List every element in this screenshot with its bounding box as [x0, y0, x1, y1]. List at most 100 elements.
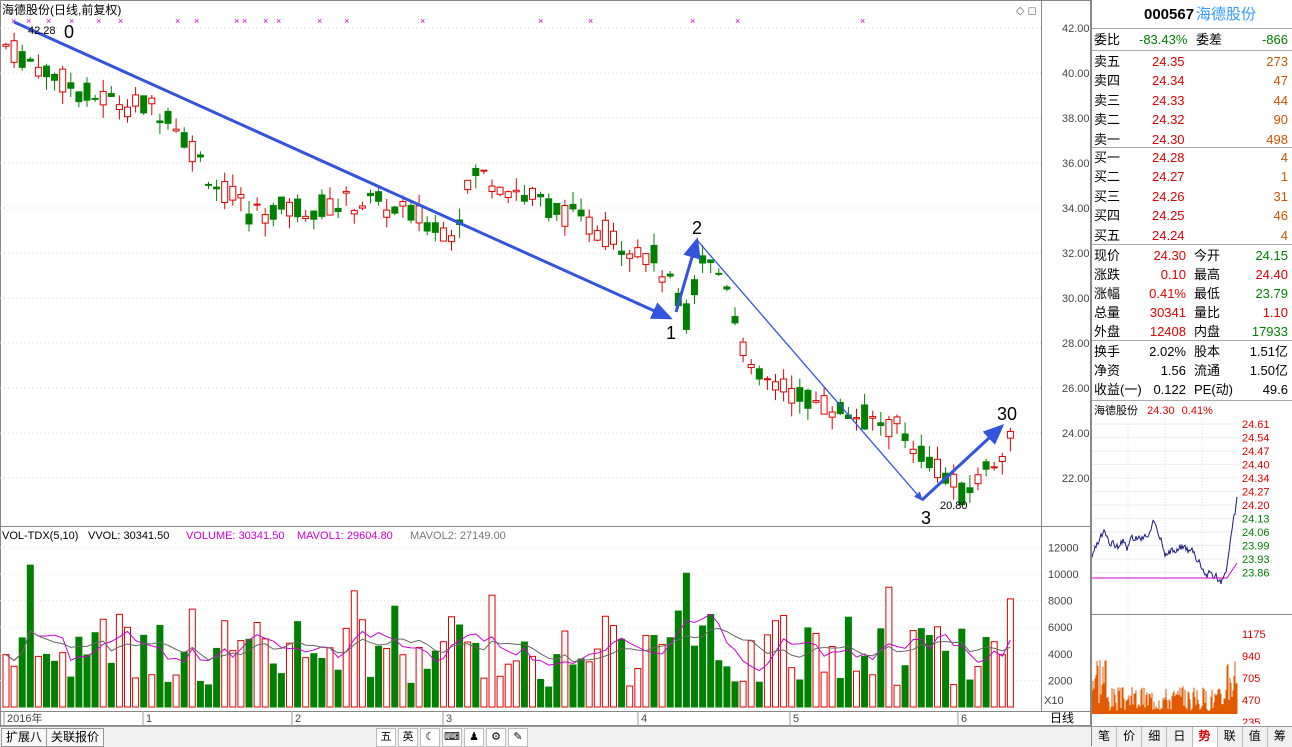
candle-body[interactable] [294, 198, 302, 218]
candle-body[interactable] [213, 186, 221, 190]
candle-body[interactable] [140, 95, 148, 114]
candle-body[interactable] [585, 216, 593, 235]
volume-bar[interactable] [504, 663, 512, 708]
volume-bar[interactable] [115, 613, 123, 708]
volume-bar[interactable] [836, 677, 844, 708]
candle-body[interactable] [51, 73, 59, 81]
candle-body[interactable] [205, 183, 212, 186]
candle-body[interactable] [221, 180, 229, 204]
volume-bar[interactable] [950, 684, 958, 708]
volume-bar[interactable] [666, 637, 674, 708]
candle-body[interactable] [415, 205, 423, 224]
candle-body[interactable] [593, 230, 601, 241]
volume-bar[interactable] [245, 638, 253, 708]
candle-body[interactable] [269, 204, 277, 220]
volume-bar[interactable] [634, 668, 642, 708]
volume-bar[interactable] [772, 620, 779, 708]
volume-bar[interactable] [901, 665, 909, 708]
candle-body[interactable] [148, 97, 156, 105]
candle-body[interactable] [925, 456, 933, 469]
event-marker[interactable]: × [263, 16, 268, 26]
candle-body[interactable] [772, 381, 779, 391]
candle-body[interactable] [642, 253, 650, 265]
candle-body[interactable] [439, 227, 447, 242]
candle-body[interactable] [34, 66, 42, 77]
volume-bar[interactable] [820, 671, 828, 708]
candle-body[interactable] [67, 82, 75, 89]
tab-related-quote[interactable]: 关联报价 [46, 728, 105, 747]
sell-row[interactable]: 卖二 24.32 90 [1094, 110, 1290, 129]
buy-row[interactable]: 买三 24.26 31 [1094, 187, 1290, 206]
volume-bar[interactable] [464, 641, 472, 708]
candle-body[interactable] [375, 191, 383, 202]
candle-body[interactable] [26, 58, 34, 62]
tab-extend-8[interactable]: 扩展八 [1, 728, 48, 747]
panel-tab[interactable]: 势 [1192, 727, 1218, 747]
candle-body[interactable] [391, 206, 399, 214]
candle-body[interactable] [132, 94, 140, 107]
candle-body[interactable] [1006, 430, 1014, 439]
volume-bar[interactable] [642, 634, 650, 708]
volume-bar[interactable] [43, 653, 50, 708]
volume-bar[interactable] [188, 608, 196, 708]
candle-body[interactable] [180, 132, 188, 148]
candle-body[interactable] [350, 210, 358, 215]
volume-bar[interactable] [407, 682, 415, 708]
volume-bar[interactable] [302, 657, 310, 708]
sell-row[interactable]: 卖四 24.34 47 [1094, 71, 1290, 90]
volume-bar[interactable] [59, 652, 67, 708]
volume-bar[interactable] [739, 680, 747, 708]
volume-bar[interactable] [269, 663, 277, 708]
candlestick-chart[interactable]: 42.00 40.00 38.00 36.00 34.00 32.00 30.00 28.00… [0, 0, 1091, 726]
volume-bar[interactable] [294, 621, 302, 708]
candle-body[interactable] [828, 411, 836, 418]
candle-body[interactable] [877, 422, 885, 426]
event-marker[interactable]: × [242, 16, 247, 26]
english-mode-icon[interactable]: 英 [398, 728, 418, 747]
buy-row[interactable]: 买四 24.25 46 [1094, 206, 1290, 225]
candle-body[interactable] [869, 416, 877, 419]
volume-bar[interactable] [456, 624, 464, 708]
keyboard-icon[interactable]: ⌨ [442, 728, 462, 747]
candle-body[interactable] [610, 230, 617, 245]
volume-bar[interactable] [512, 660, 520, 708]
candle-body[interactable] [358, 205, 366, 209]
candle-body[interactable] [755, 368, 763, 380]
candle-body[interactable] [529, 187, 536, 200]
candle-body[interactable] [472, 167, 480, 176]
event-marker[interactable]: × [420, 16, 425, 26]
volume-bar[interactable] [221, 620, 229, 708]
candle-body[interactable] [310, 210, 318, 220]
panel-tab[interactable]: 筹 [1268, 727, 1292, 747]
volume-bar[interactable] [537, 678, 545, 708]
volume-bar[interactable] [844, 616, 852, 708]
candle-body[interactable] [739, 341, 747, 356]
sell-row[interactable]: 卖三 24.33 44 [1094, 91, 1290, 110]
candle-body[interactable] [707, 259, 715, 263]
volume-bar[interactable] [148, 674, 156, 708]
volume-bar[interactable] [958, 628, 966, 708]
candle-body[interactable] [448, 235, 455, 243]
volume-bar[interactable] [383, 647, 391, 708]
candle-body[interactable] [253, 203, 261, 206]
volume-bar[interactable] [731, 681, 739, 708]
volume-bar[interactable] [399, 654, 407, 708]
volume-bar[interactable] [934, 626, 941, 708]
candle-body[interactable] [990, 466, 998, 469]
volume-bar[interactable] [755, 681, 763, 708]
event-marker[interactable]: × [234, 16, 239, 26]
candle-body[interactable] [763, 378, 771, 381]
volume-bar[interactable] [342, 627, 350, 708]
wrench-icon[interactable]: ✎ [508, 728, 528, 747]
event-marker[interactable]: × [194, 16, 199, 26]
candle-body[interactable] [601, 219, 609, 248]
volume-bar[interactable] [1006, 598, 1014, 708]
candle-body[interactable] [626, 253, 634, 259]
event-marker[interactable]: × [175, 16, 180, 26]
panel-tab[interactable]: 日 [1167, 727, 1193, 747]
volume-bar[interactable] [391, 605, 399, 708]
candle-body[interactable] [504, 191, 512, 198]
volume-bar[interactable] [723, 666, 731, 708]
five-stroke-icon[interactable]: 五 [376, 728, 396, 747]
event-marker[interactable]: × [735, 16, 740, 26]
